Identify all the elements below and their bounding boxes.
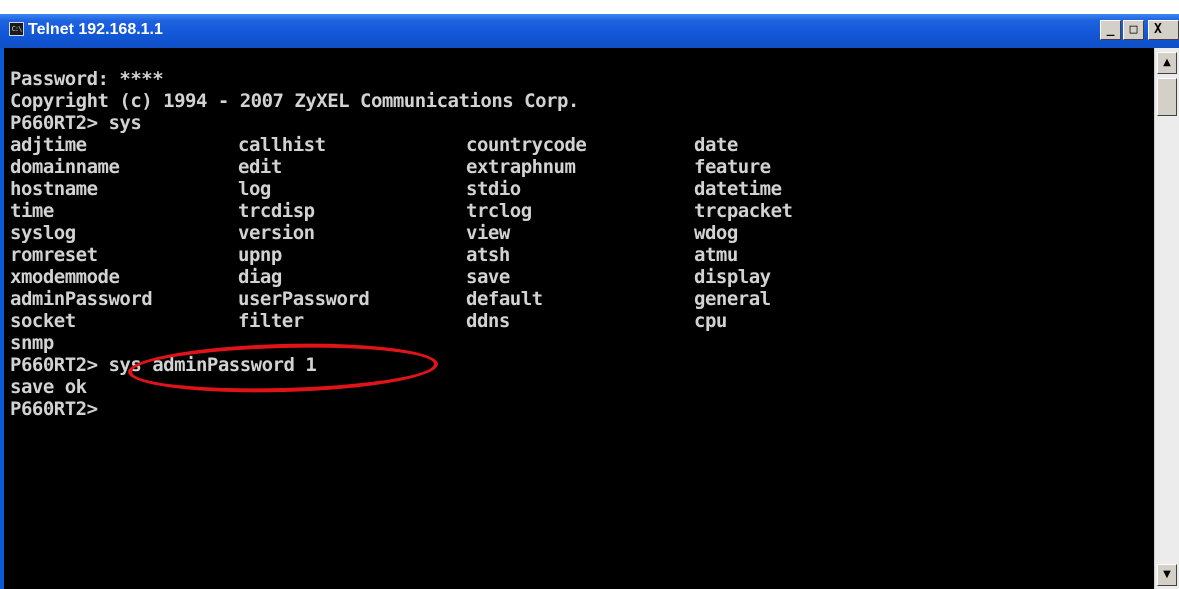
- command-item: upnp: [238, 244, 282, 266]
- command-row: hostname log stdio datetime: [4, 178, 1154, 200]
- telnet-window: C:\ Telnet 192.168.1.1 _ □ X Password: *…: [0, 14, 1179, 589]
- console-line: P660RT2> sys: [10, 112, 142, 134]
- command-item: edit: [238, 156, 282, 178]
- command-item: userPassword: [238, 288, 370, 310]
- command-item: log: [238, 178, 271, 200]
- command-row: adminPassword userPassword default general: [4, 288, 1154, 310]
- minimize-button[interactable]: _: [1100, 20, 1121, 40]
- console-icon[interactable]: C:\: [9, 22, 24, 36]
- command-item: adminPassword: [10, 288, 153, 310]
- window-title: Telnet 192.168.1.1: [28, 21, 163, 38]
- console-line: save ok: [10, 376, 87, 398]
- command-item: diag: [238, 266, 282, 288]
- command-row: socket filter ddns cpu: [4, 310, 1154, 332]
- command-item: stdio: [466, 178, 521, 200]
- console-output[interactable]: Password: **** Copyright (c) 1994 - 2007…: [4, 48, 1154, 589]
- command-item: atmu: [694, 244, 738, 266]
- command-item: callhist: [238, 134, 326, 156]
- command-row: adjtime callhist countrycode date: [4, 134, 1154, 156]
- command-item: feature: [694, 156, 771, 178]
- command-item: filter: [238, 310, 304, 332]
- console-line: Password: ****: [10, 68, 164, 90]
- command-item: domainname: [10, 156, 120, 178]
- console-line: Copyright (c) 1994 - 2007 ZyXEL Communic…: [10, 90, 579, 112]
- command-row: romreset upnp atsh atmu: [4, 244, 1154, 266]
- command-item: general: [694, 288, 771, 310]
- command-item: wdog: [694, 222, 738, 244]
- command-row: time trcdisp trclog trcpacket: [4, 200, 1154, 222]
- maximize-button[interactable]: □: [1123, 20, 1144, 40]
- close-button[interactable]: X: [1148, 20, 1179, 40]
- command-item: xmodemmode: [10, 266, 120, 288]
- command-item: hostname: [10, 178, 98, 200]
- command-item: date: [694, 134, 738, 156]
- command-item: time: [10, 200, 54, 222]
- command-item: display: [694, 266, 771, 288]
- command-row: snmp: [4, 332, 1154, 354]
- command-item: ddns: [466, 310, 510, 332]
- command-item: version: [238, 222, 315, 244]
- scroll-thumb[interactable]: [1157, 78, 1177, 116]
- command-item: default: [466, 288, 543, 310]
- command-item: datetime: [694, 178, 782, 200]
- command-item: snmp: [10, 332, 54, 354]
- command-item: socket: [10, 310, 76, 332]
- command-item: syslog: [10, 222, 76, 244]
- scroll-up-icon[interactable]: ▲: [1157, 52, 1177, 74]
- console-line: P660RT2>: [10, 398, 98, 420]
- command-row: domainname edit extraphnum feature: [4, 156, 1154, 178]
- command-item: trclog: [466, 200, 532, 222]
- scroll-down-icon[interactable]: ▼: [1157, 564, 1177, 586]
- title-bar[interactable]: C:\ Telnet 192.168.1.1 _ □ X: [0, 14, 1179, 48]
- command-row: xmodemmode diag save display: [4, 266, 1154, 288]
- command-item: atsh: [466, 244, 510, 266]
- command-item: trcpacket: [694, 200, 793, 222]
- command-item: save: [466, 266, 510, 288]
- vertical-scrollbar[interactable]: ▲ ▼: [1154, 48, 1179, 589]
- command-item: adjtime: [10, 134, 87, 156]
- command-item: extraphnum: [466, 156, 576, 178]
- command-item: trcdisp: [238, 200, 315, 222]
- command-row: syslog version view wdog: [4, 222, 1154, 244]
- command-item: countrycode: [466, 134, 587, 156]
- command-item: romreset: [10, 244, 98, 266]
- command-item: view: [466, 222, 510, 244]
- command-item: cpu: [694, 310, 727, 332]
